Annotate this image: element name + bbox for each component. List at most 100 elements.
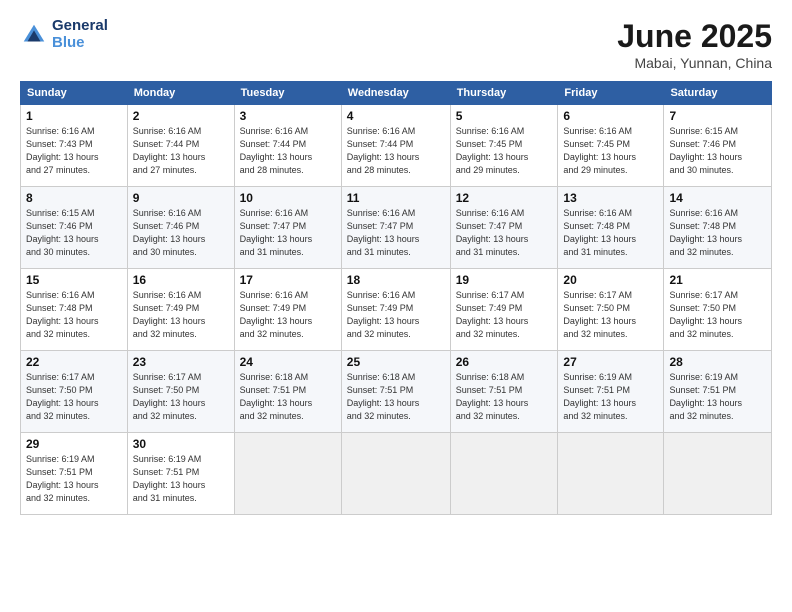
table-row: 9Sunrise: 6:16 AMSunset: 7:46 PMDaylight… <box>127 187 234 269</box>
header: General Blue June 2025 Mabai, Yunnan, Ch… <box>20 18 772 71</box>
table-row <box>341 433 450 515</box>
day-info: Sunrise: 6:19 AMSunset: 7:51 PMDaylight:… <box>26 453 122 505</box>
table-row: 6 Sunrise: 6:16 AMSunset: 7:45 PMDaylight… <box>558 105 664 187</box>
page: General Blue June 2025 Mabai, Yunnan, Ch… <box>0 0 792 525</box>
table-row: 5 Sunrise: 6:16 AMSunset: 7:45 PMDaylight… <box>450 105 558 187</box>
day-info: Sunrise: 6:16 AMSunset: 7:49 PMDaylight:… <box>347 289 445 341</box>
header-saturday: Saturday <box>664 82 772 105</box>
day-info: Sunrise: 6:19 AMSunset: 7:51 PMDaylight:… <box>563 371 658 423</box>
day-info: Sunrise: 6:19 AMSunset: 7:51 PMDaylight:… <box>669 371 766 423</box>
table-row: 15 Sunrise: 6:16 AMSunset: 7:48 PMDayligh… <box>21 269 128 351</box>
day-number: 10 <box>240 191 336 205</box>
day-number: 15 <box>26 273 122 287</box>
logo-icon <box>20 21 48 49</box>
day-info: Sunrise: 6:16 AMSunset: 7:44 PMDaylight:… <box>240 125 336 177</box>
day-number: 26 <box>456 355 553 369</box>
day-number: 22 <box>26 355 122 369</box>
day-number: 17 <box>240 273 336 287</box>
day-number: 21 <box>669 273 766 287</box>
day-info: Sunrise: 6:16 AMSunset: 7:47 PMDaylight:… <box>240 207 336 259</box>
day-info: Sunrise: 6:16 AMSunset: 7:48 PMDaylight:… <box>669 207 766 259</box>
day-number: 11 <box>347 191 445 205</box>
calendar-week-row: 15 Sunrise: 6:16 AMSunset: 7:48 PMDayligh… <box>21 269 772 351</box>
table-row: 28 Sunrise: 6:19 AMSunset: 7:51 PMDayligh… <box>664 351 772 433</box>
table-row: 11 Sunrise: 6:16 AMSunset: 7:47 PMDayligh… <box>341 187 450 269</box>
day-info: Sunrise: 6:18 AMSunset: 7:51 PMDaylight:… <box>456 371 553 423</box>
table-row: 20 Sunrise: 6:17 AMSunset: 7:50 PMDayligh… <box>558 269 664 351</box>
table-row: 2 Sunrise: 6:16 AMSunset: 7:44 PMDaylight… <box>127 105 234 187</box>
day-number: 1 <box>26 109 122 123</box>
day-number: 23 <box>133 355 229 369</box>
day-number: 8 <box>26 191 122 205</box>
table-row: 4 Sunrise: 6:16 AMSunset: 7:44 PMDaylight… <box>341 105 450 187</box>
day-number: 19 <box>456 273 553 287</box>
day-info: Sunrise: 6:17 AMSunset: 7:50 PMDaylight:… <box>669 289 766 341</box>
day-number: 6 <box>563 109 658 123</box>
table-row: 22 Sunrise: 6:17 AMSunset: 7:50 PMDayligh… <box>21 351 128 433</box>
table-row: 25Sunrise: 6:18 AMSunset: 7:51 PMDayligh… <box>341 351 450 433</box>
table-row <box>664 433 772 515</box>
day-number: 30 <box>133 437 229 451</box>
day-info: Sunrise: 6:16 AMSunset: 7:45 PMDaylight:… <box>456 125 553 177</box>
title-block: June 2025 Mabai, Yunnan, China <box>617 18 772 71</box>
day-info: Sunrise: 6:15 AMSunset: 7:46 PMDaylight:… <box>26 207 122 259</box>
table-row <box>234 433 341 515</box>
day-number: 4 <box>347 109 445 123</box>
day-number: 16 <box>133 273 229 287</box>
table-row: 27Sunrise: 6:19 AMSunset: 7:51 PMDayligh… <box>558 351 664 433</box>
day-number: 28 <box>669 355 766 369</box>
calendar-table: Sunday Monday Tuesday Wednesday Thursday… <box>20 81 772 515</box>
day-info: Sunrise: 6:16 AMSunset: 7:47 PMDaylight:… <box>347 207 445 259</box>
day-info: Sunrise: 6:16 AMSunset: 7:48 PMDaylight:… <box>563 207 658 259</box>
header-sunday: Sunday <box>21 82 128 105</box>
day-info: Sunrise: 6:18 AMSunset: 7:51 PMDaylight:… <box>240 371 336 423</box>
table-row: 13 Sunrise: 6:16 AMSunset: 7:48 PMDayligh… <box>558 187 664 269</box>
table-row: 14Sunrise: 6:16 AMSunset: 7:48 PMDayligh… <box>664 187 772 269</box>
table-row: 30 Sunrise: 6:19 AMSunset: 7:51 PMDayligh… <box>127 433 234 515</box>
day-number: 29 <box>26 437 122 451</box>
table-row: 19Sunrise: 6:17 AMSunset: 7:49 PMDayligh… <box>450 269 558 351</box>
day-number: 2 <box>133 109 229 123</box>
table-row: 23 Sunrise: 6:17 AMSunset: 7:50 PMDayligh… <box>127 351 234 433</box>
table-row: 18 Sunrise: 6:16 AMSunset: 7:49 PMDayligh… <box>341 269 450 351</box>
day-info: Sunrise: 6:16 AMSunset: 7:44 PMDaylight:… <box>347 125 445 177</box>
day-number: 12 <box>456 191 553 205</box>
table-row: 24Sunrise: 6:18 AMSunset: 7:51 PMDayligh… <box>234 351 341 433</box>
day-number: 5 <box>456 109 553 123</box>
day-number: 9 <box>133 191 229 205</box>
location: Mabai, Yunnan, China <box>617 55 772 71</box>
header-thursday: Thursday <box>450 82 558 105</box>
day-info: Sunrise: 6:17 AMSunset: 7:50 PMDaylight:… <box>563 289 658 341</box>
day-number: 13 <box>563 191 658 205</box>
table-row: 1Sunrise: 6:16 AMSunset: 7:43 PMDaylight… <box>21 105 128 187</box>
calendar-week-row: 22 Sunrise: 6:17 AMSunset: 7:50 PMDayligh… <box>21 351 772 433</box>
table-row: 12Sunrise: 6:16 AMSunset: 7:47 PMDayligh… <box>450 187 558 269</box>
calendar-week-row: 8 Sunrise: 6:15 AMSunset: 7:46 PMDaylight… <box>21 187 772 269</box>
table-row: 17 Sunrise: 6:16 AMSunset: 7:49 PMDayligh… <box>234 269 341 351</box>
header-monday: Monday <box>127 82 234 105</box>
table-row <box>558 433 664 515</box>
header-wednesday: Wednesday <box>341 82 450 105</box>
day-info: Sunrise: 6:16 AMSunset: 7:49 PMDaylight:… <box>133 289 229 341</box>
day-info: Sunrise: 6:17 AMSunset: 7:50 PMDaylight:… <box>133 371 229 423</box>
day-number: 25 <box>347 355 445 369</box>
day-info: Sunrise: 6:16 AMSunset: 7:45 PMDaylight:… <box>563 125 658 177</box>
table-row <box>450 433 558 515</box>
day-info: Sunrise: 6:16 AMSunset: 7:49 PMDaylight:… <box>240 289 336 341</box>
header-tuesday: Tuesday <box>234 82 341 105</box>
day-number: 18 <box>347 273 445 287</box>
day-info: Sunrise: 6:17 AMSunset: 7:50 PMDaylight:… <box>26 371 122 423</box>
table-row: 3Sunrise: 6:16 AMSunset: 7:44 PMDaylight… <box>234 105 341 187</box>
day-info: Sunrise: 6:16 AMSunset: 7:48 PMDaylight:… <box>26 289 122 341</box>
day-info: Sunrise: 6:15 AMSunset: 7:46 PMDaylight:… <box>669 125 766 177</box>
table-row: 26 Sunrise: 6:18 AMSunset: 7:51 PMDayligh… <box>450 351 558 433</box>
day-info: Sunrise: 6:19 AMSunset: 7:51 PMDaylight:… <box>133 453 229 505</box>
table-row: 21 Sunrise: 6:17 AMSunset: 7:50 PMDayligh… <box>664 269 772 351</box>
table-row: 16 Sunrise: 6:16 AMSunset: 7:49 PMDayligh… <box>127 269 234 351</box>
day-info: Sunrise: 6:16 AMSunset: 7:44 PMDaylight:… <box>133 125 229 177</box>
day-number: 7 <box>669 109 766 123</box>
table-row: 8 Sunrise: 6:15 AMSunset: 7:46 PMDaylight… <box>21 187 128 269</box>
table-row: 10 Sunrise: 6:16 AMSunset: 7:47 PMDayligh… <box>234 187 341 269</box>
logo-text: General Blue <box>52 18 108 51</box>
day-number: 20 <box>563 273 658 287</box>
